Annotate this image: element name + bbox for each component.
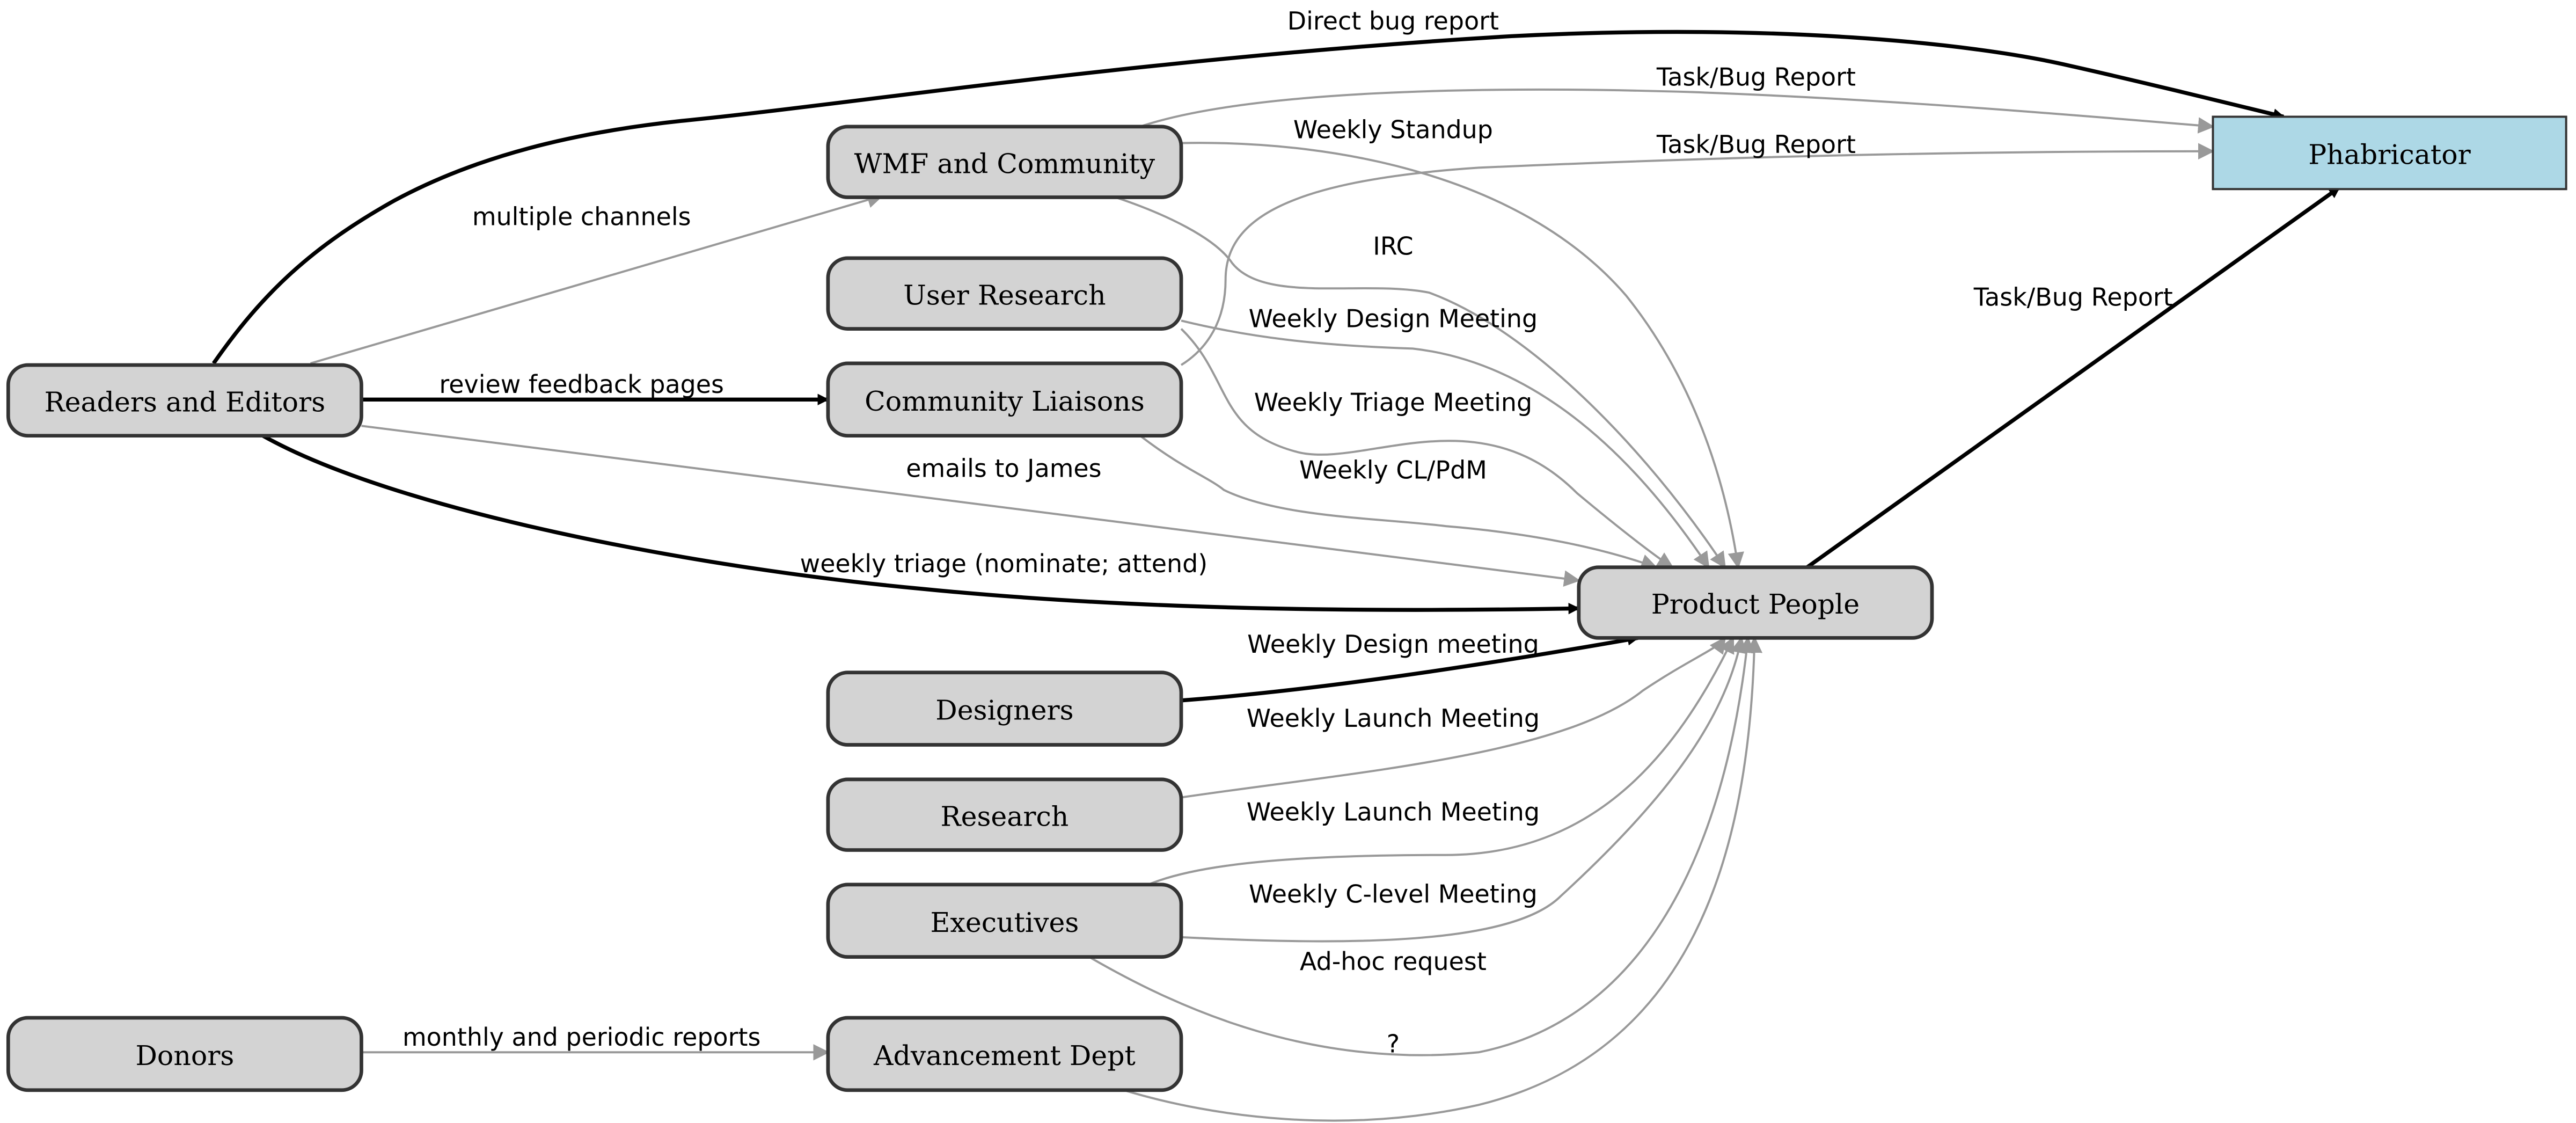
node-readers[interactable]: Readers and Editors xyxy=(6,363,363,438)
edge-label: Task/Bug Report xyxy=(1656,62,1856,91)
edge-label: weekly triage (nominate; attend) xyxy=(800,549,1208,578)
nodes-layer: Readers and Editors WMF and Community User… xyxy=(6,115,2567,1092)
edge-label: emails to James xyxy=(906,454,1101,483)
edge-label: Weekly Design meeting xyxy=(1247,630,1539,659)
node-designers[interactable]: Designers xyxy=(826,670,1183,747)
node-label: Phabricator xyxy=(2308,138,2471,170)
node-label: User Research xyxy=(903,279,1106,311)
edge-label: Weekly Launch Meeting xyxy=(1247,704,1540,733)
node-donors[interactable]: Donors xyxy=(6,1016,363,1092)
node-label: Research xyxy=(941,800,1069,832)
node-wmf[interactable]: WMF and Community xyxy=(826,125,1183,199)
edge-label: Weekly CL/PdM xyxy=(1299,455,1487,484)
edge-label: multiple channels xyxy=(472,202,691,231)
edge-label: Weekly Launch Meeting xyxy=(1247,797,1540,826)
node-label: Donors xyxy=(135,1040,234,1071)
edge-executives-to-product xyxy=(1148,636,1735,886)
node-executives[interactable]: Executives xyxy=(826,883,1183,959)
node-liaisons[interactable]: Community Liaisons xyxy=(826,361,1183,438)
node-label: Advancement Dept xyxy=(873,1040,1136,1071)
edge-wmf-to-product xyxy=(1110,194,1726,569)
node-userresearch[interactable]: User Research xyxy=(826,256,1183,331)
edge-label: Weekly Design Meeting xyxy=(1249,304,1538,333)
edge-labels-layer: Direct bug report Task/Bug Report Task/Bug… xyxy=(402,6,2173,1058)
node-phabricator[interactable]: Phabricator xyxy=(2212,115,2567,191)
edge-label: Task/Bug Report xyxy=(1973,283,2173,312)
node-product[interactable]: Product People xyxy=(1577,565,1934,640)
node-label: WMF and Community xyxy=(854,148,1155,179)
communication-flow-diagram: Direct bug report Task/Bug Report Task/Bug… xyxy=(6,6,2567,1122)
node-label: Readers and Editors xyxy=(45,386,325,418)
edge-product-to-phabricator xyxy=(1806,186,2341,569)
edge-label: monthly and periodic reports xyxy=(402,1023,760,1052)
node-label: Designers xyxy=(935,695,1073,726)
edge-label: Weekly Standup xyxy=(1293,115,1493,144)
node-label: Executives xyxy=(931,907,1079,938)
edges-layer xyxy=(211,30,2341,1122)
edge-label: Task/Bug Report xyxy=(1656,130,1856,159)
edge-label: Weekly Triage Meeting xyxy=(1254,388,1532,417)
edge-label: Ad-hoc request xyxy=(1300,947,1487,976)
edge-label: IRC xyxy=(1373,232,1413,261)
node-label: Product People xyxy=(1651,588,1860,620)
edge-label: Weekly C-level Meeting xyxy=(1249,880,1538,909)
node-research[interactable]: Research xyxy=(826,777,1183,852)
node-label: Community Liaisons xyxy=(865,385,1145,417)
node-advancement[interactable]: Advancement Dept xyxy=(826,1016,1183,1092)
edge-label: Direct bug report xyxy=(1287,6,1499,35)
edge-label: ? xyxy=(1387,1029,1400,1058)
edge-label: review feedback pages xyxy=(439,370,723,399)
edge-userresearch-to-product xyxy=(1180,328,1674,568)
